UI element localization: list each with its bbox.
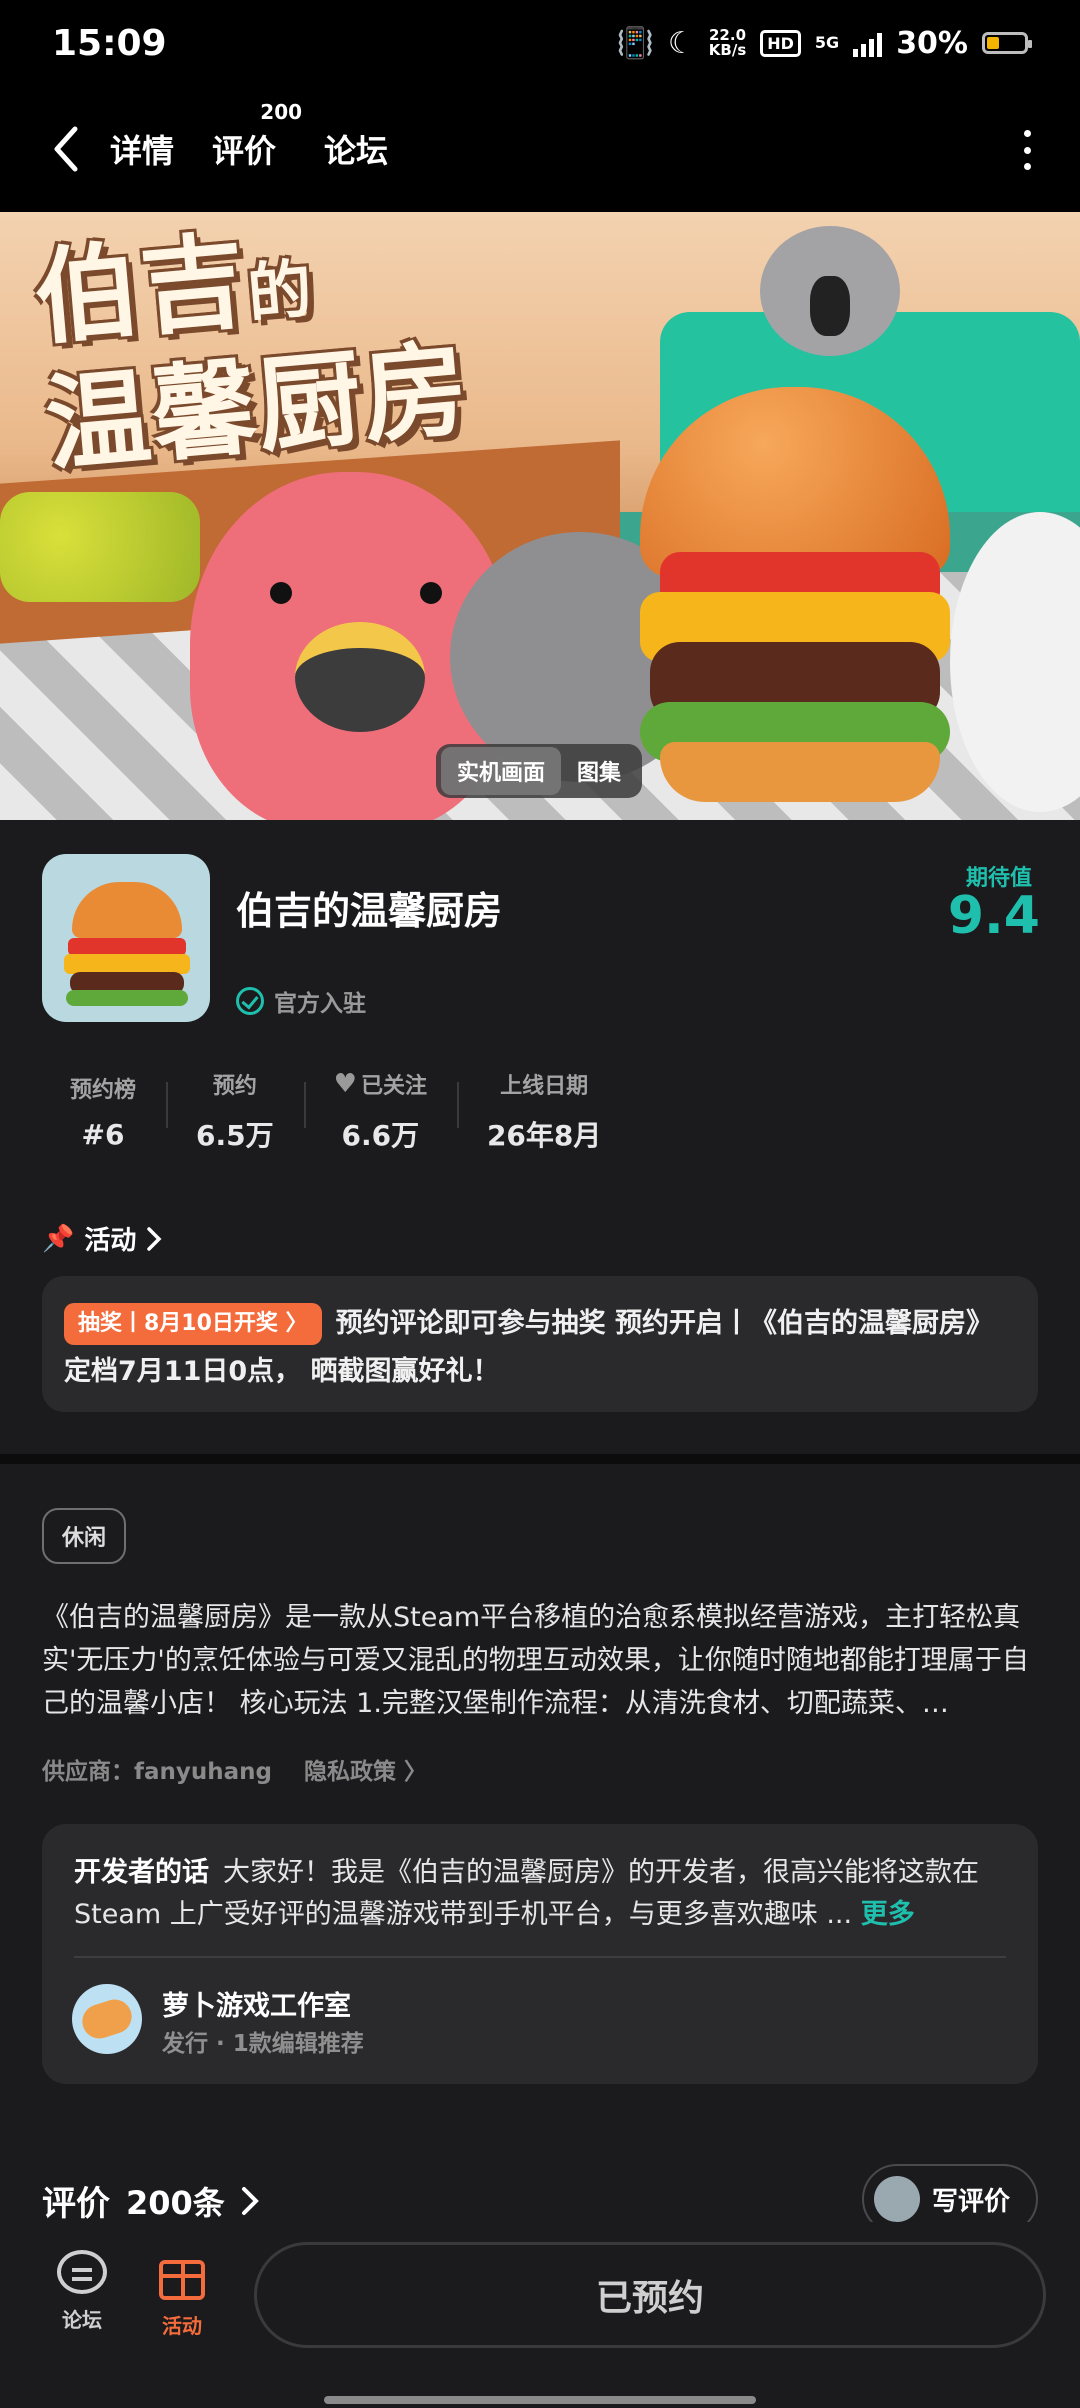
developer-name[interactable]: 萝卜游戏工作室: [162, 1984, 351, 2023]
banner-tabs: 实机画面 图集: [436, 744, 643, 798]
privacy-policy-link[interactable]: 隐私政策 〉: [304, 1752, 427, 1786]
bottom-bar: 论坛 活动 已预约: [0, 2222, 1080, 2408]
more-link[interactable]: 更多: [861, 1899, 915, 1930]
banner-tab-gallery[interactable]: 图集: [561, 747, 637, 795]
battery-icon: [982, 32, 1032, 54]
activity-card[interactable]: 抽奖丨8月10日开奖 〉预约评论即可参与抽奖 预约开启丨《伯吉的温馨厨房》定档7…: [42, 1276, 1038, 1412]
tab-reviews[interactable]: 评价 200: [212, 100, 302, 172]
banner-title-art: 伯吉的 温馨厨房: [30, 219, 475, 487]
section-divider: [0, 1454, 1080, 1464]
activity-header[interactable]: 📌 活动: [42, 1220, 162, 1257]
user-avatar: [873, 2176, 920, 2222]
developer-avatar[interactable]: [72, 1984, 142, 2054]
developer-subtitle: 发行 · 1款编辑推荐: [162, 2031, 364, 2057]
chevron-right-icon: [241, 2186, 259, 2215]
supplier-row: 供应商：fanyuhang 隐私政策 〉: [42, 1752, 427, 1786]
status-bar: 15:09 📳 ☾ 22.0 KB/s HD 5G 30%: [0, 0, 1080, 86]
net-speed: 22.0 KB/s: [708, 26, 747, 59]
status-time: 15:09: [52, 22, 167, 64]
tab-details[interactable]: 详情: [103, 126, 181, 178]
stat-release-date: 上线日期 26年8月: [456, 1068, 631, 1154]
top-nav: 详情 评价 200 论坛: [0, 86, 1080, 212]
gift-icon: [159, 2260, 205, 2300]
stat-following[interactable]: ♥ 已关注 6.6万: [303, 1068, 457, 1154]
tab-forum[interactable]: 论坛: [324, 126, 388, 172]
reviews-header[interactable]: 评价 200条: [42, 2176, 259, 2225]
tab-reviews-badge: 200: [260, 100, 303, 124]
reserved-button[interactable]: 已预约: [254, 2242, 1046, 2348]
more-menu-icon[interactable]: [1020, 130, 1034, 170]
signal-icon: [853, 29, 883, 57]
stats-row: 预约榜 #6 预约 6.5万 ♥ 已关注 6.6万 上线日期 26年8月: [40, 1066, 1040, 1156]
activity-button[interactable]: 活动: [142, 2250, 222, 2339]
chevron-right-icon: [147, 1226, 162, 1251]
game-icon: [42, 854, 210, 1022]
official-badge: 官方入驻: [236, 984, 366, 1018]
pin-icon: 📌: [42, 1223, 75, 1254]
heart-icon: ♥: [333, 1069, 357, 1099]
game-banner[interactable]: 伯吉的 温馨厨房: [0, 212, 1080, 820]
forum-button[interactable]: 论坛: [42, 2250, 122, 2333]
signal-label: 5G: [814, 33, 840, 52]
home-indicator[interactable]: [324, 2396, 756, 2404]
developer-note: 开发者的话 大家好！我是《伯吉的温馨厨房》的开发者，很高兴能将这款在 Steam …: [74, 1857, 979, 1930]
battery-percent: 30%: [896, 25, 968, 61]
vibrate-icon: 📳: [616, 25, 654, 61]
check-circle-icon: [236, 987, 264, 1015]
developer-card[interactable]: 开发者的话 大家好！我是《伯吉的温馨厨房》的开发者，很高兴能将这款在 Steam …: [42, 1824, 1038, 2084]
game-description[interactable]: 《伯吉的温馨厨房》是一款从Steam平台移植的治愈系模拟经营游戏，主打轻松真实'…: [42, 1596, 1038, 1728]
back-icon[interactable]: [40, 119, 90, 179]
status-icons: 📳 ☾ 22.0 KB/s HD 5G 30%: [616, 25, 1032, 61]
game-title: 伯吉的温馨厨房: [236, 889, 503, 933]
hd-badge: HD: [760, 29, 801, 57]
moon-icon: ☾: [667, 25, 695, 61]
forum-icon: [57, 2250, 107, 2294]
stat-rank[interactable]: 预约榜 #6: [40, 1072, 166, 1151]
supplier-label: 供应商：fanyuhang: [42, 1759, 272, 1785]
lottery-tag: 抽奖丨8月10日开奖 〉: [64, 1303, 322, 1345]
banner-tab-gameplay[interactable]: 实机画面: [441, 747, 562, 795]
koala-topper: [760, 226, 900, 356]
tab-reviews-label: 评价: [212, 132, 277, 170]
genre-tag[interactable]: 休闲: [42, 1508, 127, 1564]
stat-reservations: 预约 6.5万: [166, 1068, 304, 1154]
expectation-score: 9.4: [947, 886, 1040, 946]
